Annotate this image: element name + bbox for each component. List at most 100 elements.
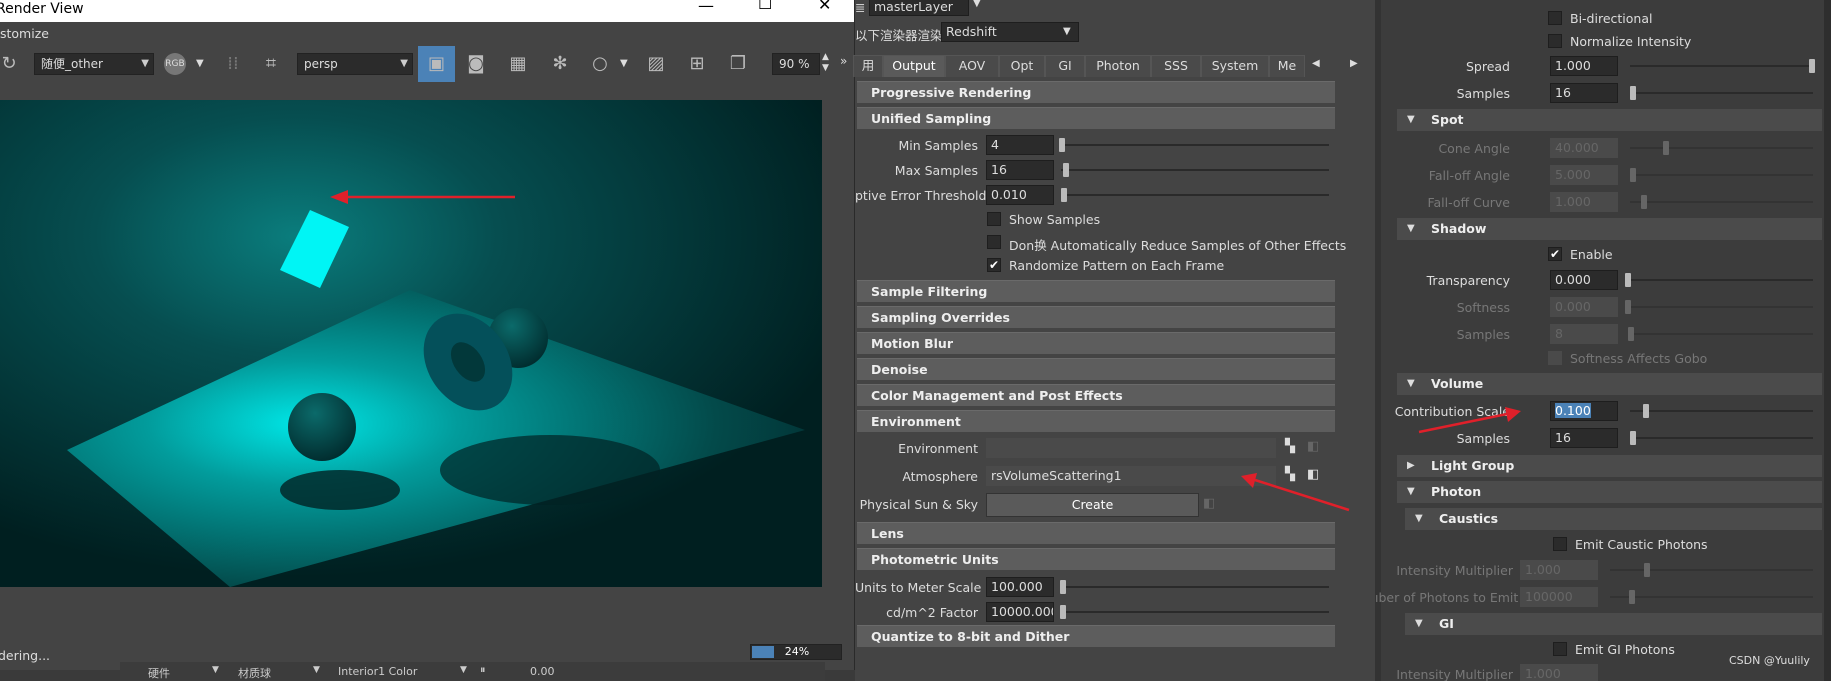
- contribution-scale-field[interactable]: 0.100: [1550, 401, 1618, 421]
- slider-handle[interactable]: [1641, 195, 1647, 209]
- slider-handle[interactable]: [1630, 168, 1636, 182]
- more-tools-icon[interactable]: »: [840, 54, 847, 68]
- cone-angle-slider[interactable]: [1630, 147, 1813, 149]
- checker-map-icon[interactable]: ▚: [1285, 439, 1295, 454]
- samples-field[interactable]: 16: [1550, 83, 1618, 103]
- tab-system[interactable]: System: [1201, 55, 1269, 77]
- tab-aov[interactable]: AOV: [945, 55, 999, 77]
- bidirectional-checkbox[interactable]: [1548, 11, 1562, 25]
- slider-handle[interactable]: [1060, 580, 1066, 594]
- tab-sss[interactable]: SSS: [1151, 55, 1201, 77]
- tab-photon[interactable]: Photon: [1085, 55, 1151, 77]
- strip-item[interactable]: 硬件: [148, 665, 170, 681]
- chevron-down-icon[interactable]: ▼: [460, 665, 467, 675]
- slider-handle[interactable]: [1063, 163, 1069, 177]
- pause-icon[interactable]: ⏸: [480, 663, 486, 677]
- section-caustics[interactable]: ▼ Caustics: [1405, 508, 1822, 530]
- intensity-multiplier-slider[interactable]: [1610, 569, 1813, 571]
- falloff-curve-slider[interactable]: [1630, 201, 1813, 203]
- slider-handle[interactable]: [1809, 59, 1815, 73]
- rgb-icon[interactable]: RGB: [162, 51, 188, 77]
- slider-handle[interactable]: [1643, 404, 1649, 418]
- contribution-scale-slider[interactable]: [1630, 410, 1813, 412]
- section-quantize[interactable]: Quantize to 8-bit and Dither: [857, 625, 1335, 647]
- refresh-icon[interactable]: ↻: [0, 51, 22, 77]
- chevron-down-icon[interactable]: ▼: [973, 0, 981, 9]
- tab-output[interactable]: Output: [883, 55, 945, 77]
- section-motion-blur[interactable]: Motion Blur: [857, 332, 1335, 354]
- cone-angle-field[interactable]: 40.000: [1550, 138, 1618, 158]
- create-button[interactable]: Create: [986, 493, 1199, 517]
- units-slider[interactable]: [1061, 586, 1329, 588]
- view-combo[interactable]: persp ▼: [297, 53, 413, 75]
- section-progressive[interactable]: Progressive Rendering: [857, 81, 1335, 103]
- transparency-slider[interactable]: [1630, 279, 1813, 281]
- chevron-down-icon[interactable]: ▼: [313, 665, 320, 675]
- atmosphere-field[interactable]: rsVolumeScattering1: [986, 466, 1276, 486]
- normalize-checkbox[interactable]: [1548, 34, 1562, 48]
- section-gi[interactable]: ▼ GI: [1405, 613, 1822, 635]
- shadow-enable-checkbox[interactable]: ✔: [1548, 247, 1562, 261]
- environment-field[interactable]: [986, 438, 1276, 458]
- circle-icon[interactable]: ○: [587, 51, 613, 77]
- rgb-dropdown-icon[interactable]: ▼: [196, 58, 204, 69]
- slider-handle[interactable]: [1060, 605, 1066, 619]
- add-image-icon[interactable]: ⊞: [684, 51, 710, 77]
- slider-handle[interactable]: [1625, 273, 1631, 287]
- tab-gi[interactable]: GI: [1045, 55, 1085, 77]
- tab-opt[interactable]: Opt: [999, 55, 1045, 77]
- volume-samples-slider[interactable]: [1630, 437, 1813, 439]
- falloff-angle-slider[interactable]: [1630, 174, 1813, 176]
- zoom-field[interactable]: 90 %: [772, 53, 820, 75]
- shadow-samples-slider[interactable]: [1630, 333, 1813, 335]
- menu-customize[interactable]: stomize: [0, 26, 49, 41]
- units-field[interactable]: 100.000: [986, 577, 1054, 597]
- strip-item[interactable]: Interior1 Color: [338, 665, 417, 678]
- tab-scroll-right-icon[interactable]: ▶: [1350, 58, 1358, 69]
- randomize-checkbox[interactable]: ✔: [987, 258, 1001, 272]
- camera-combo[interactable]: 随便_other ▼: [34, 53, 154, 75]
- volume-samples-field[interactable]: 16: [1550, 428, 1618, 448]
- section-volume[interactable]: ▼ Volume: [1397, 373, 1822, 395]
- lock-icon[interactable]: ▣: [418, 46, 455, 82]
- slider-handle[interactable]: [1628, 327, 1634, 341]
- circle-dropdown-icon[interactable]: ▼: [620, 58, 628, 69]
- transparency-field[interactable]: 0.000: [1550, 270, 1618, 290]
- tab-common[interactable]: 用: [853, 55, 883, 77]
- slider-handle[interactable]: [1630, 86, 1636, 100]
- spread-slider[interactable]: [1630, 65, 1813, 67]
- max-samples-slider[interactable]: [1061, 169, 1329, 171]
- emit-caustic-checkbox[interactable]: [1553, 537, 1567, 551]
- samples-slider[interactable]: [1630, 92, 1813, 94]
- max-samples-field[interactable]: 16: [986, 160, 1054, 180]
- slider-handle[interactable]: [1061, 188, 1067, 202]
- num-photons-field[interactable]: 100000: [1520, 587, 1598, 607]
- intensity-multiplier-field[interactable]: 1.000: [1520, 560, 1598, 580]
- min-samples-field[interactable]: 4: [986, 135, 1054, 155]
- copy-icon[interactable]: ❐: [725, 51, 751, 77]
- spread-field[interactable]: 1.000: [1550, 56, 1618, 76]
- adaptive-threshold-field[interactable]: 0.010: [986, 185, 1054, 205]
- gi-intensity-field[interactable]: 1.000: [1520, 664, 1598, 681]
- close-icon[interactable]: ✕: [818, 0, 831, 14]
- crop-icon[interactable]: ⌗: [258, 51, 284, 77]
- softness-slider[interactable]: [1630, 306, 1813, 308]
- scrollbar[interactable]: [1824, 0, 1831, 681]
- minimize-icon[interactable]: —: [698, 0, 714, 15]
- slider-handle[interactable]: [1625, 300, 1631, 314]
- section-sampling-overrides[interactable]: Sampling Overrides: [857, 306, 1335, 328]
- maximize-icon[interactable]: ☐: [758, 0, 772, 13]
- dont-reduce-checkbox[interactable]: [987, 235, 1001, 249]
- grid-icon[interactable]: ▦: [505, 51, 531, 77]
- cdm-field[interactable]: 10000.000: [986, 602, 1054, 622]
- shadow-samples-field[interactable]: 8: [1550, 324, 1618, 344]
- chevron-down-icon[interactable]: ▼: [1063, 26, 1071, 37]
- section-light-group[interactable]: ▶ Light Group: [1397, 455, 1822, 477]
- renderer-combo[interactable]: Redshift: [941, 22, 1079, 42]
- zoom-spinner-icon[interactable]: ▲ ▼: [822, 52, 829, 74]
- layer-field[interactable]: masterLayer: [869, 0, 969, 16]
- falloff-curve-field[interactable]: 1.000: [1550, 192, 1618, 212]
- chevron-down-icon[interactable]: ▼: [212, 665, 219, 675]
- section-unified-sampling[interactable]: Unified Sampling: [857, 107, 1335, 129]
- slider-handle[interactable]: [1663, 141, 1669, 155]
